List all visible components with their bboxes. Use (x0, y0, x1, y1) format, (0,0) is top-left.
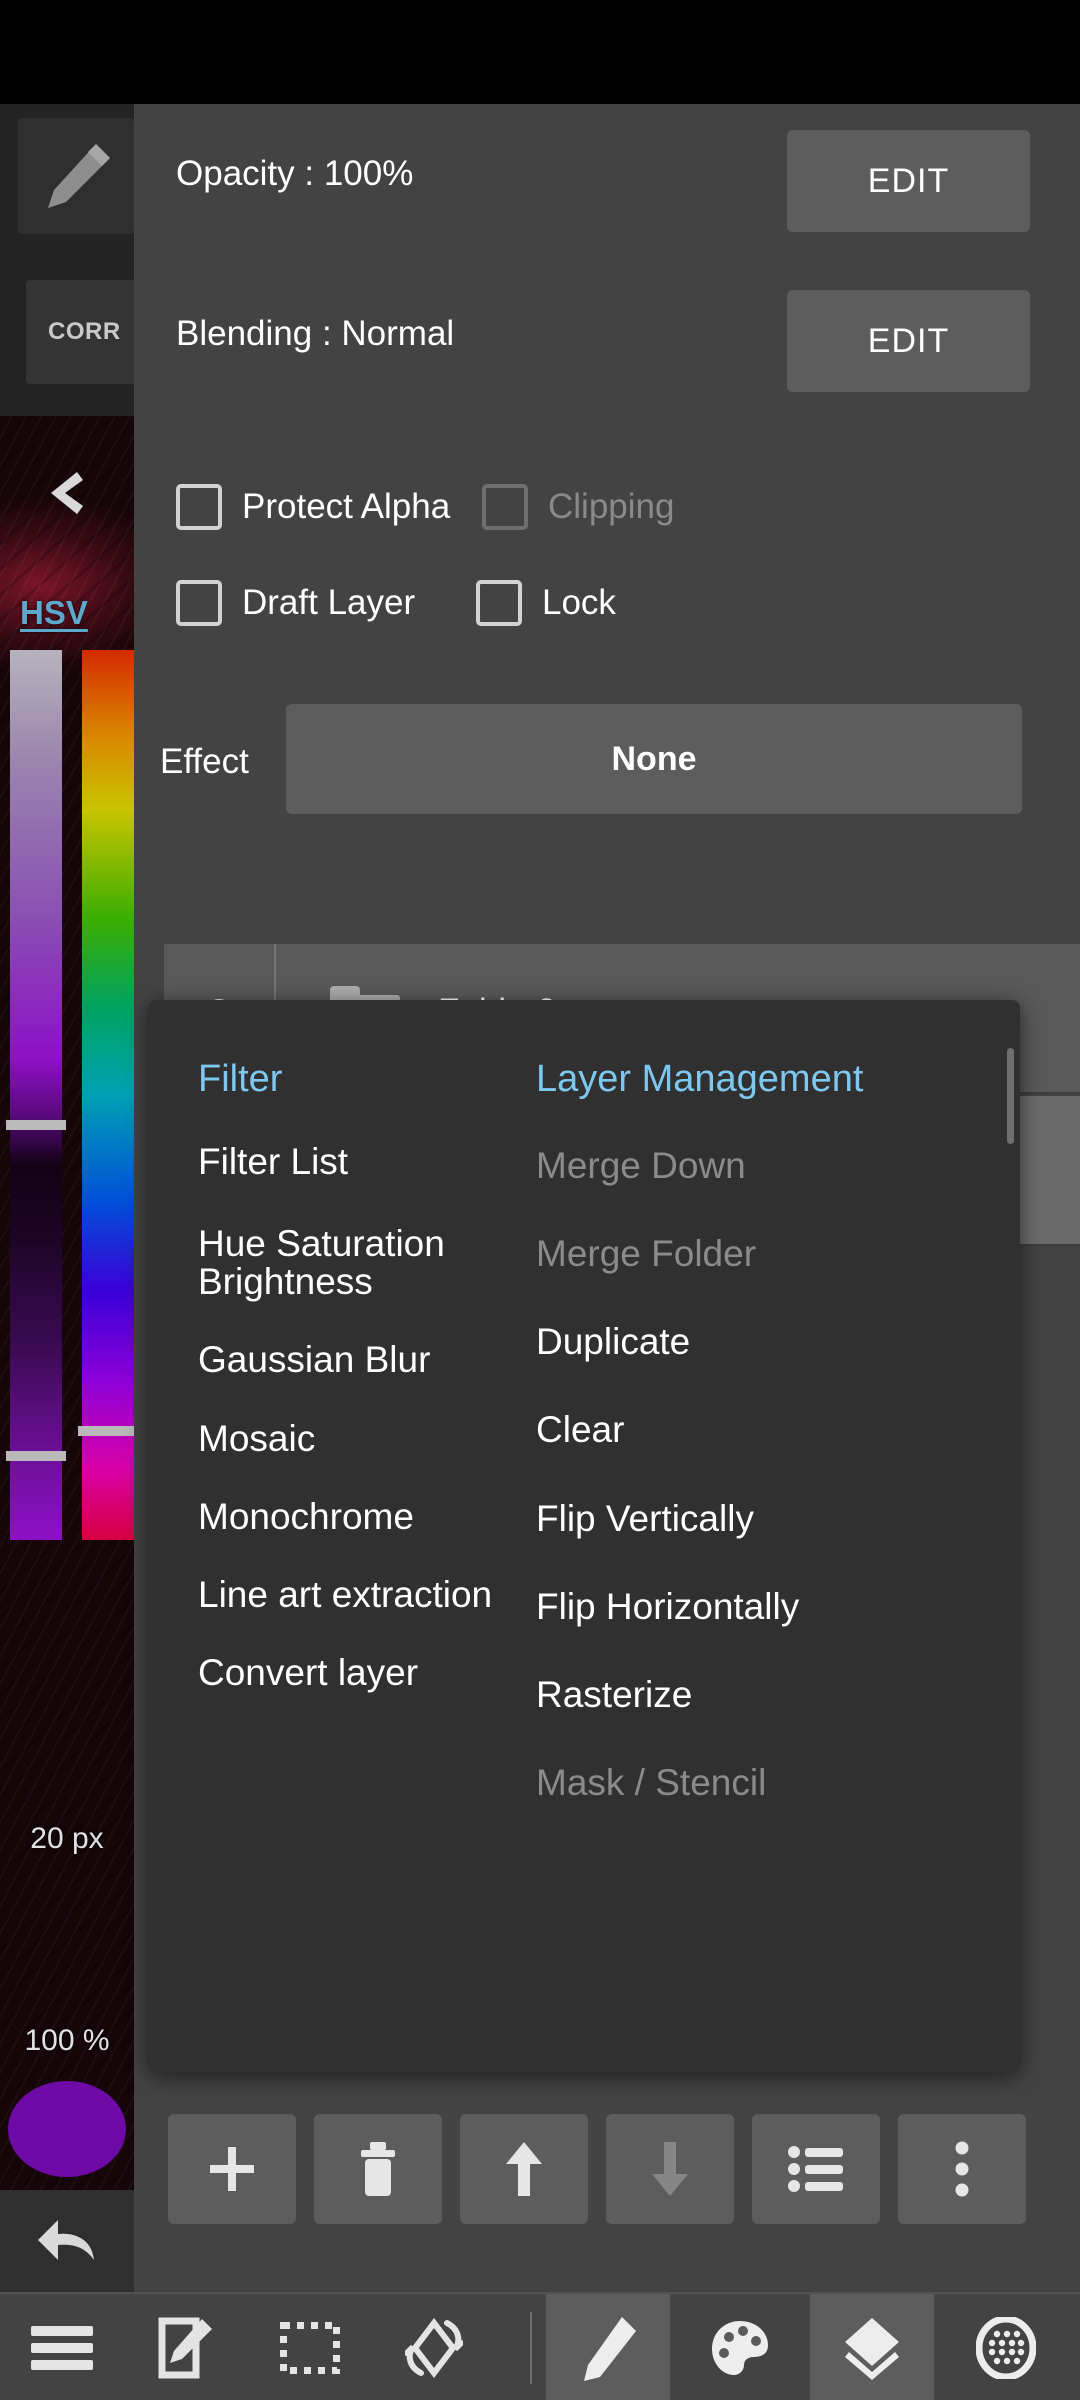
blending-edit-button[interactable]: EDIT (787, 290, 1030, 392)
checkbox-label: Draft Layer (242, 583, 416, 622)
checkbox-protect-alpha[interactable]: Protect Alpha (176, 484, 450, 530)
layers-icon[interactable] (810, 2294, 934, 2400)
checkbox-row-1: Protect Alpha Clipping (134, 484, 1080, 580)
hue-slider-handle[interactable] (78, 1426, 138, 1436)
rail-section-tool (0, 104, 134, 256)
nav-divider (530, 2312, 532, 2384)
opacity-row: Opacity : 100% EDIT (134, 104, 1080, 258)
menu-column-layer-management: Layer Management Merge Down Merge Folder… (536, 1000, 956, 1802)
saturation-value-slider[interactable] (10, 650, 62, 1540)
menu-item-merge-down: Merge Down (536, 1145, 746, 1187)
checkbox-box (482, 484, 528, 530)
rail-section-correction: CORR (0, 256, 146, 416)
menu-column-filter: Filter Filter List Hue Saturation Bright… (198, 1000, 538, 1692)
menu-header-filter: Filter (198, 1058, 283, 1100)
blending-label: Blending : Normal (176, 314, 455, 353)
menu-item-hue-saturation-brightness[interactable]: Hue Saturation Brightness (198, 1225, 538, 1301)
layer-more-button[interactable] (898, 2114, 1026, 2224)
checkbox-box[interactable] (476, 580, 522, 626)
correction-button[interactable]: CORR (26, 280, 146, 384)
bottom-navigation (0, 2292, 1080, 2400)
checkbox-label: Protect Alpha (242, 487, 451, 526)
move-layer-down-button (606, 2114, 734, 2224)
menu-item-flip-vertically[interactable]: Flip Vertically (536, 1499, 956, 1538)
checkbox-lock[interactable]: Lock (476, 580, 616, 626)
canvas-edit-icon[interactable] (124, 2294, 248, 2400)
layer-action-bar (134, 2100, 1080, 2250)
opacity-edit-button[interactable]: EDIT (787, 130, 1030, 232)
palette-icon[interactable] (678, 2294, 802, 2400)
menu-item-filter-list[interactable]: Filter List (198, 1143, 538, 1181)
effect-row: Effect None (134, 704, 1080, 832)
selection-icon[interactable] (248, 2294, 372, 2400)
current-color-swatch[interactable] (8, 2081, 126, 2177)
delete-layer-button[interactable] (314, 2114, 442, 2224)
hamburger-menu-icon[interactable] (0, 2294, 124, 2400)
hue-slider[interactable] (82, 650, 134, 1540)
menu-item-mask-stencil: Mask / Stencil (536, 1761, 767, 1803)
add-layer-button[interactable] (168, 2114, 296, 2224)
menu-item-clear[interactable]: Clear (536, 1411, 956, 1449)
app-root: CORR HSV 20 px 100 % Opacity : 100% EDIT (0, 0, 1080, 2400)
checkbox-clipping: Clipping (482, 484, 674, 530)
color-mode-label[interactable]: HSV (16, 594, 126, 632)
menu-item-gaussian-blur[interactable]: Gaussian Blur (198, 1341, 538, 1379)
move-layer-up-button[interactable] (460, 2114, 588, 2224)
chevron-left-icon[interactable] (22, 452, 112, 532)
menu-item-merge-folder: Merge Folder (536, 1233, 757, 1275)
blending-row: Blending : Normal EDIT (134, 264, 1080, 418)
pencil-icon[interactable] (546, 2294, 670, 2400)
effect-label: Effect (160, 742, 249, 781)
menu-item-line-art-extraction[interactable]: Line art extraction (198, 1575, 538, 1614)
checkbox-row-2: Draft Layer Lock (134, 580, 1080, 676)
flip-rotate-icon[interactable] (372, 2294, 496, 2400)
undo-arrow-icon[interactable] (0, 2190, 134, 2292)
layer-context-menu[interactable]: Filter Filter List Hue Saturation Bright… (148, 1000, 1020, 2072)
menu-item-rasterize[interactable]: Rasterize (536, 1675, 956, 1714)
effect-value-button[interactable]: None (286, 704, 1022, 814)
checkbox-box[interactable] (176, 580, 222, 626)
checkbox-label: Clipping (548, 487, 675, 526)
opacity-label: Opacity : 100% (176, 154, 414, 193)
menu-item-monochrome[interactable]: Monochrome (198, 1497, 538, 1536)
menu-item-flip-horizontally[interactable]: Flip Horizontally (536, 1587, 956, 1626)
brush-opacity-value[interactable]: 100 % (0, 2024, 134, 2058)
tool-rail: CORR HSV 20 px 100 % (0, 104, 146, 2292)
menu-item-convert-layer[interactable]: Convert layer (198, 1653, 538, 1692)
material-icon[interactable] (944, 2294, 1068, 2400)
menu-header-layer-management: Layer Management (536, 1058, 864, 1100)
pencil-icon[interactable] (18, 118, 134, 234)
layer-list-button[interactable] (752, 2114, 880, 2224)
checkbox-label: Lock (542, 583, 616, 622)
menu-item-duplicate[interactable]: Duplicate (536, 1323, 956, 1361)
scrollbar[interactable] (1007, 1048, 1014, 1144)
checkbox-box[interactable] (176, 484, 222, 530)
brush-size-value[interactable]: 20 px (0, 1822, 134, 1856)
status-bar (0, 0, 1080, 104)
sv-slider-handle-top[interactable] (6, 1120, 66, 1130)
menu-item-mosaic[interactable]: Mosaic (198, 1419, 538, 1458)
sv-slider-handle-bottom[interactable] (6, 1451, 66, 1461)
checkbox-draft-layer[interactable]: Draft Layer (176, 580, 415, 626)
